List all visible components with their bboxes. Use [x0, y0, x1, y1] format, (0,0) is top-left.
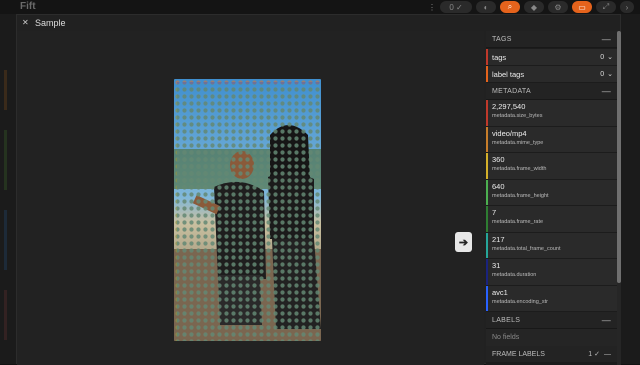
metadata-row-encoding-str[interactable]: avc1 metadata.encoding_str	[486, 285, 617, 311]
metadata-key: metadata.size_bytes	[492, 113, 543, 119]
no-fields-text: No fields	[486, 329, 617, 346]
metadata-key: metadata.frame_height	[492, 192, 549, 199]
metadata-row-duration[interactable]: 31 metadata.duration	[486, 259, 617, 285]
labels-section-header[interactable]: LABELS —	[486, 312, 617, 329]
metadata-key: metadata.duration	[492, 272, 537, 278]
media-viewer[interactable]: ➔	[17, 31, 484, 365]
expand-icon[interactable]: ⤢	[596, 1, 616, 13]
sample-modal: ✕ Sample ➔ TAGS — tags 0 ⌄ label tags 0 …	[16, 14, 622, 365]
labels-section-label: LABELS	[492, 316, 521, 324]
app-title: Fift	[20, 1, 36, 12]
metadata-key: metadata.mime_type	[492, 139, 544, 146]
modal-header: ✕ Sample	[17, 15, 622, 31]
metadata-value: 217	[492, 234, 505, 244]
search-icon[interactable]: ⌕	[500, 1, 520, 13]
metadata-row-frame-width[interactable]: 360 metadata.frame_width	[486, 153, 617, 179]
metadata-value: 640	[492, 181, 505, 191]
background-topbar: Fift ⋮ 0 ✓ ◐ ⌕ ◆ ⚙ ▭ ⤢ ›	[0, 0, 640, 14]
metadata-value: avc1	[492, 287, 508, 297]
metadata-value: 7	[492, 208, 497, 217]
tag-row-label: tags	[492, 52, 507, 62]
metadata-section-header[interactable]: METADATA —	[486, 83, 617, 100]
layout-icon[interactable]: ▭	[572, 1, 592, 13]
frame-labels-section-label: FRAME LABELS	[492, 350, 545, 358]
next-arrow-icon: ➔	[458, 236, 469, 249]
tags-section-label: TAGS	[492, 35, 512, 43]
sidebar: TAGS — tags 0 ⌄ label tags 0 ⌄ METADATA — …	[486, 31, 617, 365]
frame-labels-section-header[interactable]: FRAME LABELS 1 ✓ —	[486, 346, 617, 362]
metadata-key: metadata.total_frame_count	[492, 245, 561, 252]
metadata-key: metadata.frame_rate	[492, 219, 544, 225]
video-frame[interactable]	[174, 79, 321, 341]
gear-icon[interactable]: ⚙	[548, 1, 568, 13]
background-controls: ⋮ 0 ✓ ◐ ⌕ ◆ ⚙ ▭ ⤢ ›	[428, 0, 634, 14]
metadata-row-mime-type[interactable]: video/mp4 metadata.mime_type	[486, 126, 617, 152]
palette-icon[interactable]: ◐	[476, 1, 496, 13]
sidebar-scrollbar[interactable]	[617, 31, 621, 365]
video-frame-image	[174, 79, 321, 341]
metadata-row-frame-rate[interactable]: 7 metadata.frame_rate	[486, 206, 617, 232]
collapse-icon[interactable]: —	[602, 34, 611, 44]
metadata-row-frame-height[interactable]: 640 metadata.frame_height	[486, 179, 617, 205]
metadata-key: metadata.frame_width	[492, 166, 547, 172]
tag-row-label: label tags	[492, 69, 525, 79]
metadata-row-size-bytes[interactable]: 2,297,540 metadata.size_bytes	[486, 100, 617, 126]
bg-stripe	[4, 70, 7, 110]
metadata-key: metadata.encoding_str	[492, 298, 548, 305]
bg-stripe	[4, 290, 7, 340]
tag-row-tags[interactable]: tags 0 ⌄	[486, 49, 617, 65]
status-pill[interactable]: 0 ✓	[440, 1, 472, 13]
chevron-down-icon[interactable]: ⌄	[607, 70, 613, 78]
next-sample-button[interactable]: ➔	[455, 232, 472, 252]
metadata-value: 2,297,540	[492, 102, 526, 111]
collapse-icon[interactable]: —	[602, 86, 611, 96]
collapse-icon[interactable]: —	[602, 315, 611, 325]
tags-section-header[interactable]: TAGS —	[486, 31, 617, 48]
collapse-icon[interactable]: —	[604, 351, 611, 358]
chevron-right-icon[interactable]: ›	[620, 1, 634, 13]
background-stripes	[0, 60, 16, 360]
metadata-value: 31	[492, 261, 501, 270]
tag-count: 0	[600, 53, 605, 61]
metadata-section-label: METADATA	[492, 87, 531, 95]
chevron-down-icon[interactable]: ⌄	[607, 53, 613, 61]
metadata-value: 360	[492, 155, 505, 164]
dots-icon[interactable]: ⋮	[428, 1, 436, 13]
tag-icon[interactable]: ◆	[524, 1, 544, 13]
tag-row-label-tags[interactable]: label tags 0 ⌄	[486, 66, 617, 82]
tag-count: 0	[600, 70, 605, 78]
metadata-row-total-frame-count[interactable]: 217 metadata.total_frame_count	[486, 232, 617, 258]
close-icon[interactable]: ✕	[22, 19, 30, 27]
frame-labels-count[interactable]: 1 ✓	[588, 350, 600, 358]
bg-stripe	[4, 210, 7, 270]
scrollbar-thumb[interactable]	[617, 31, 621, 283]
bg-stripe	[4, 130, 7, 190]
modal-title: Sample	[35, 18, 66, 28]
metadata-value: video/mp4	[492, 128, 527, 138]
